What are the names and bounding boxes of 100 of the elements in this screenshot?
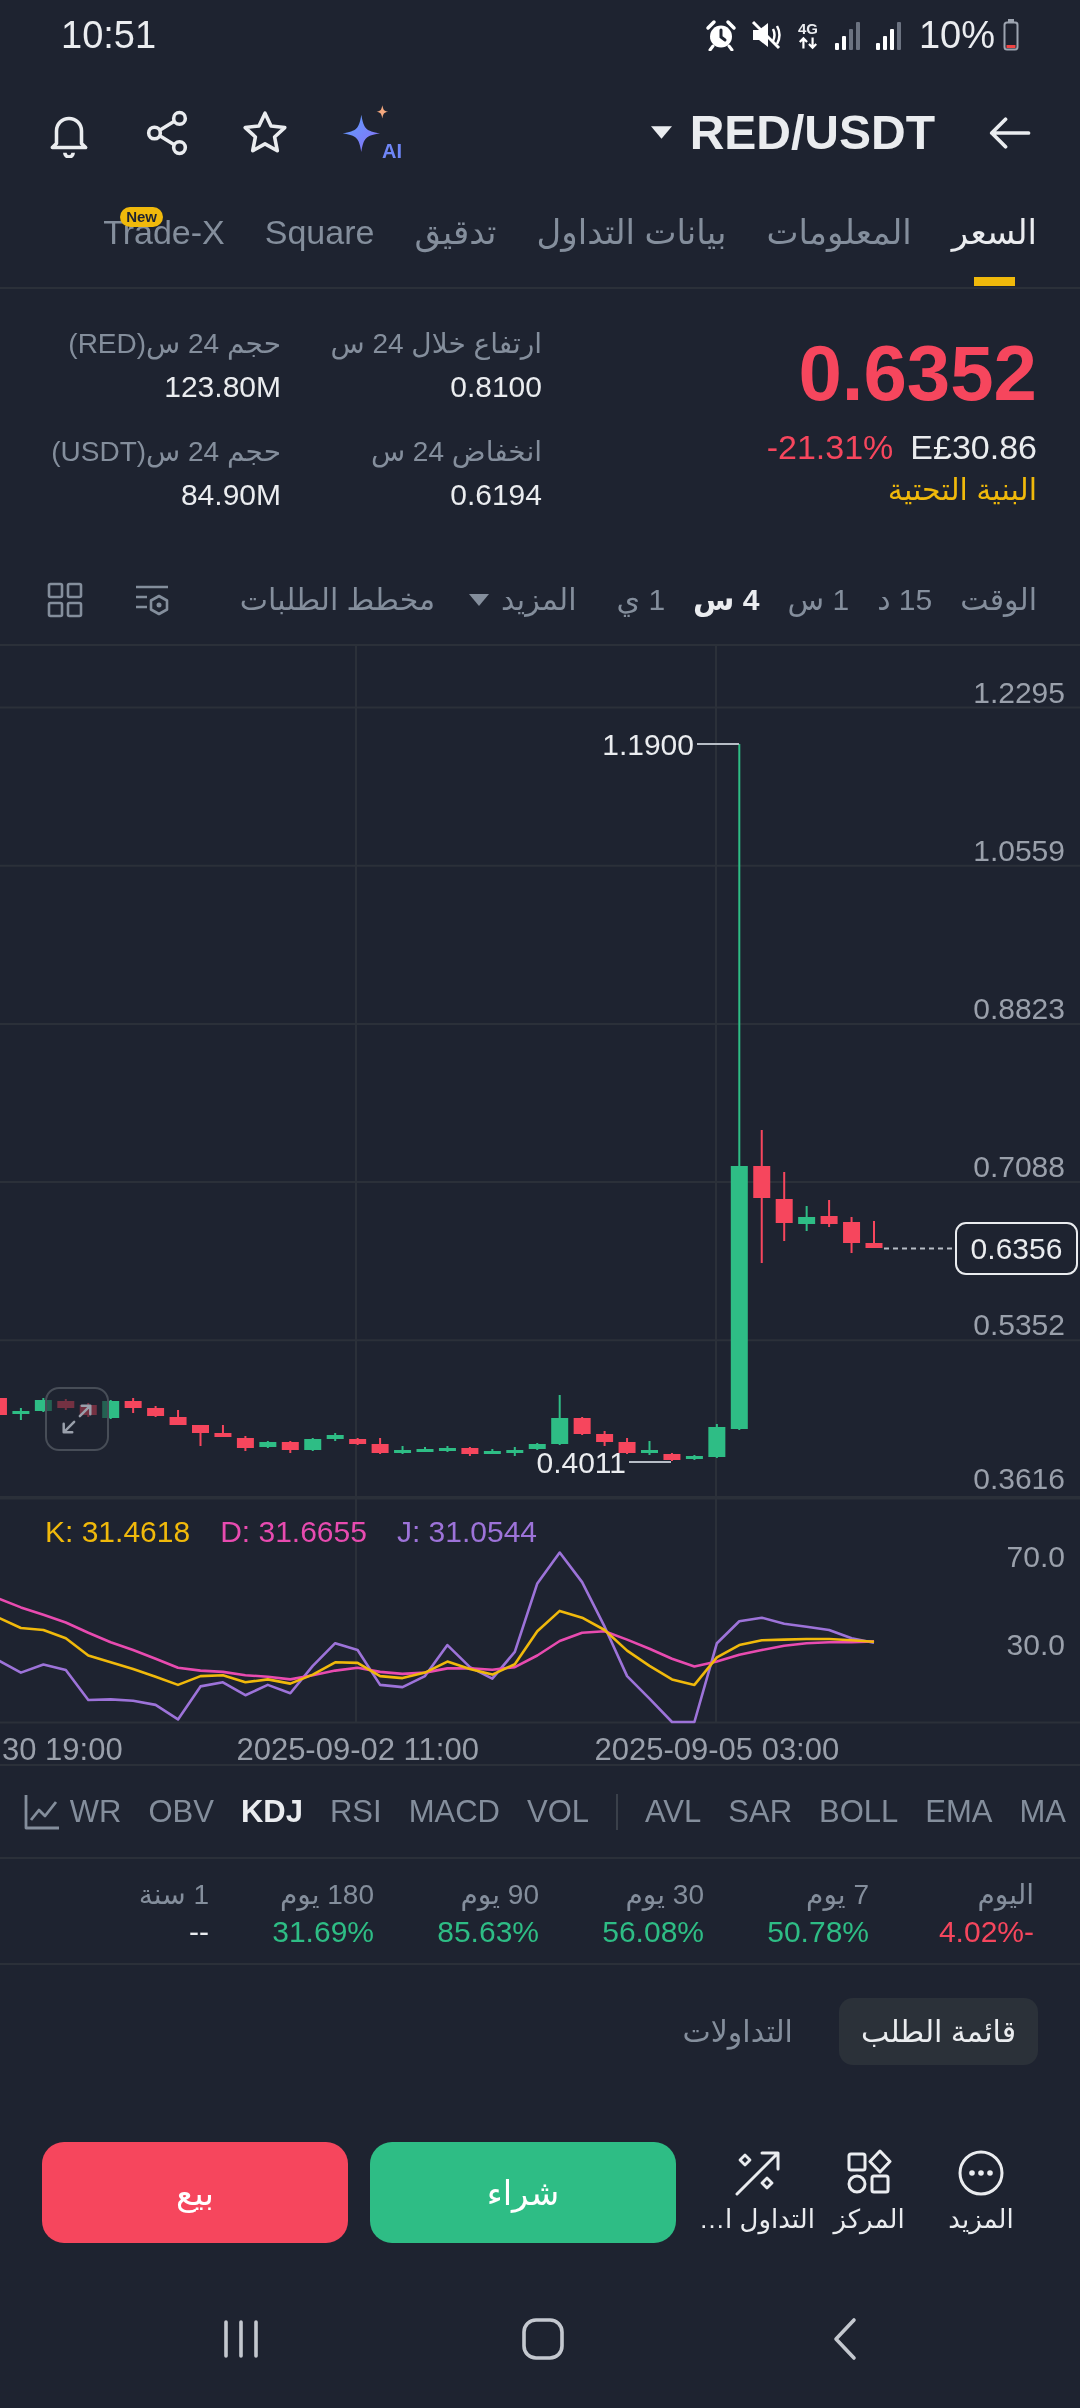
ai-assistant-button[interactable]: AI (338, 102, 402, 163)
grid-icon[interactable] (47, 582, 83, 618)
mute-icon (749, 19, 782, 51)
indicator-tab[interactable]: MA (1019, 1791, 1066, 1832)
price-axis-label: 0.7088 (973, 1150, 1065, 1184)
candlestick (12, 1408, 30, 1420)
leader-line (696, 743, 740, 745)
candlestick (371, 1438, 389, 1454)
period-change: 50.78% (767, 1914, 869, 1950)
tab[interactable]: تدقيق (414, 195, 497, 287)
date-label: 30 19:00 (2, 1732, 123, 1764)
date-label: 2025-09-05 03:00 (594, 1732, 840, 1764)
period-label: اليوم (977, 1878, 1034, 1913)
interval-tab[interactable]: 4 س (693, 580, 760, 620)
indicator-tab[interactable]: RSI (330, 1791, 382, 1832)
candlestick (0, 1398, 7, 1415)
tab[interactable]: المعلومات (766, 195, 912, 287)
candlestick (843, 1217, 861, 1253)
candlestick (147, 1406, 165, 1417)
battery-icon (1003, 19, 1019, 51)
candlestick (551, 1395, 569, 1445)
order-tab[interactable]: التداولات (660, 1998, 815, 2065)
interval-tab[interactable]: 15 د (877, 580, 933, 620)
action-button[interactable]: المزيد (925, 2142, 1037, 2236)
candlestick (57, 1399, 75, 1410)
indicator-tab[interactable]: SAR (728, 1791, 793, 1832)
more-dropdown[interactable]: المزيد (469, 580, 577, 620)
shapes-icon (845, 2149, 893, 2197)
candlestick (124, 1398, 142, 1413)
candlestick (169, 1410, 187, 1425)
category-link[interactable]: البنية التحتية (887, 470, 1037, 510)
candlestick (708, 1424, 726, 1458)
indicator-tab[interactable]: OBV (148, 1791, 214, 1832)
period-label: 90 يوم (460, 1878, 539, 1913)
stat-label: حجم 24 س(USDT) (51, 435, 281, 470)
tab[interactable]: بيانات التداول (536, 195, 727, 287)
date-label: 2025-09-02 11:00 (236, 1732, 479, 1764)
sell-button[interactable]: بيع (42, 2142, 348, 2243)
interval-tab[interactable]: 1 س (787, 580, 850, 620)
period-change: 56.08% (602, 1914, 704, 1950)
order-tab[interactable]: قائمة الطلب (838, 1998, 1038, 2065)
back-icon[interactable] (832, 2317, 858, 2361)
candlestick (573, 1417, 591, 1435)
home-icon[interactable] (521, 2317, 565, 2361)
candlestick (798, 1206, 816, 1231)
price-axis-label: 0.3616 (973, 1462, 1065, 1495)
recent-apps-icon[interactable] (221, 2319, 261, 2359)
alarm-icon (704, 19, 737, 51)
high-price-label: 1.1900 (602, 728, 694, 761)
legend-label: D: 31.6655 (220, 1514, 367, 1550)
low-price-label: 0.4011 (536, 1446, 626, 1479)
signal-icon (874, 20, 903, 50)
expand-button[interactable] (45, 1387, 109, 1451)
indicator-tab[interactable]: MACD (408, 1791, 500, 1832)
candlestick (349, 1438, 367, 1445)
candlestick (775, 1172, 793, 1241)
legend-label: K: 31.4618 (45, 1514, 191, 1550)
line-chart-icon[interactable] (23, 1792, 61, 1831)
stat-label: انخفاض 24 س (370, 435, 542, 470)
candlestick (528, 1443, 546, 1450)
indicator-tab[interactable]: KDJ (240, 1791, 303, 1832)
indicator-tab[interactable]: EMA (925, 1791, 993, 1832)
period-label: 180 يوم (279, 1878, 374, 1913)
stat-value: 0.6194 (450, 477, 542, 513)
candlestick (618, 1438, 636, 1454)
legend-label: J: 31.0544 (396, 1514, 538, 1550)
indicator-tab[interactable]: BOLL (819, 1791, 899, 1832)
candlestick (259, 1441, 277, 1448)
period-change: 85.63% (437, 1914, 539, 1950)
action-button[interactable]: التداول ا… (701, 2142, 813, 2236)
candlestick (304, 1438, 322, 1451)
fiat-price: E£30.86 (910, 427, 1037, 467)
candlestick (281, 1441, 299, 1453)
tab[interactable]: Square (264, 195, 375, 287)
price-line (883, 1247, 955, 1250)
buy-button[interactable]: شراء (370, 2142, 676, 2243)
price-change: -21.31% (766, 427, 894, 467)
depth-chart-tab[interactable]: مخطط الطلبات (239, 580, 436, 620)
period-change: -- (189, 1914, 209, 1950)
network-type-label: 4G (797, 20, 818, 36)
indicator-tab[interactable]: AVL (645, 1791, 702, 1832)
period-label: 30 يوم (625, 1878, 704, 1913)
candlestick (79, 1403, 97, 1417)
caret-icon (469, 594, 490, 606)
action-button[interactable]: المركز (813, 2142, 925, 2236)
indicator-tab[interactable]: WR (69, 1791, 122, 1832)
pair-selector[interactable]: RED/USDT (650, 104, 935, 161)
time-button[interactable]: الوقت (960, 580, 1037, 620)
candlestick (596, 1431, 614, 1446)
leader-line (628, 1461, 672, 1463)
candlestick (34, 1398, 52, 1412)
period-change: 31.69% (272, 1914, 374, 1950)
battery-percent: 10% (918, 13, 995, 57)
candlestick (102, 1400, 120, 1419)
stat-value: 84.90M (180, 477, 281, 513)
period-label: 1 سنة (138, 1878, 209, 1912)
indicator-tab[interactable]: VOL (526, 1791, 589, 1832)
candlestick (394, 1446, 412, 1454)
stat-value: 0.8100 (450, 369, 542, 405)
interval-tab[interactable]: 1 ي (616, 580, 666, 620)
